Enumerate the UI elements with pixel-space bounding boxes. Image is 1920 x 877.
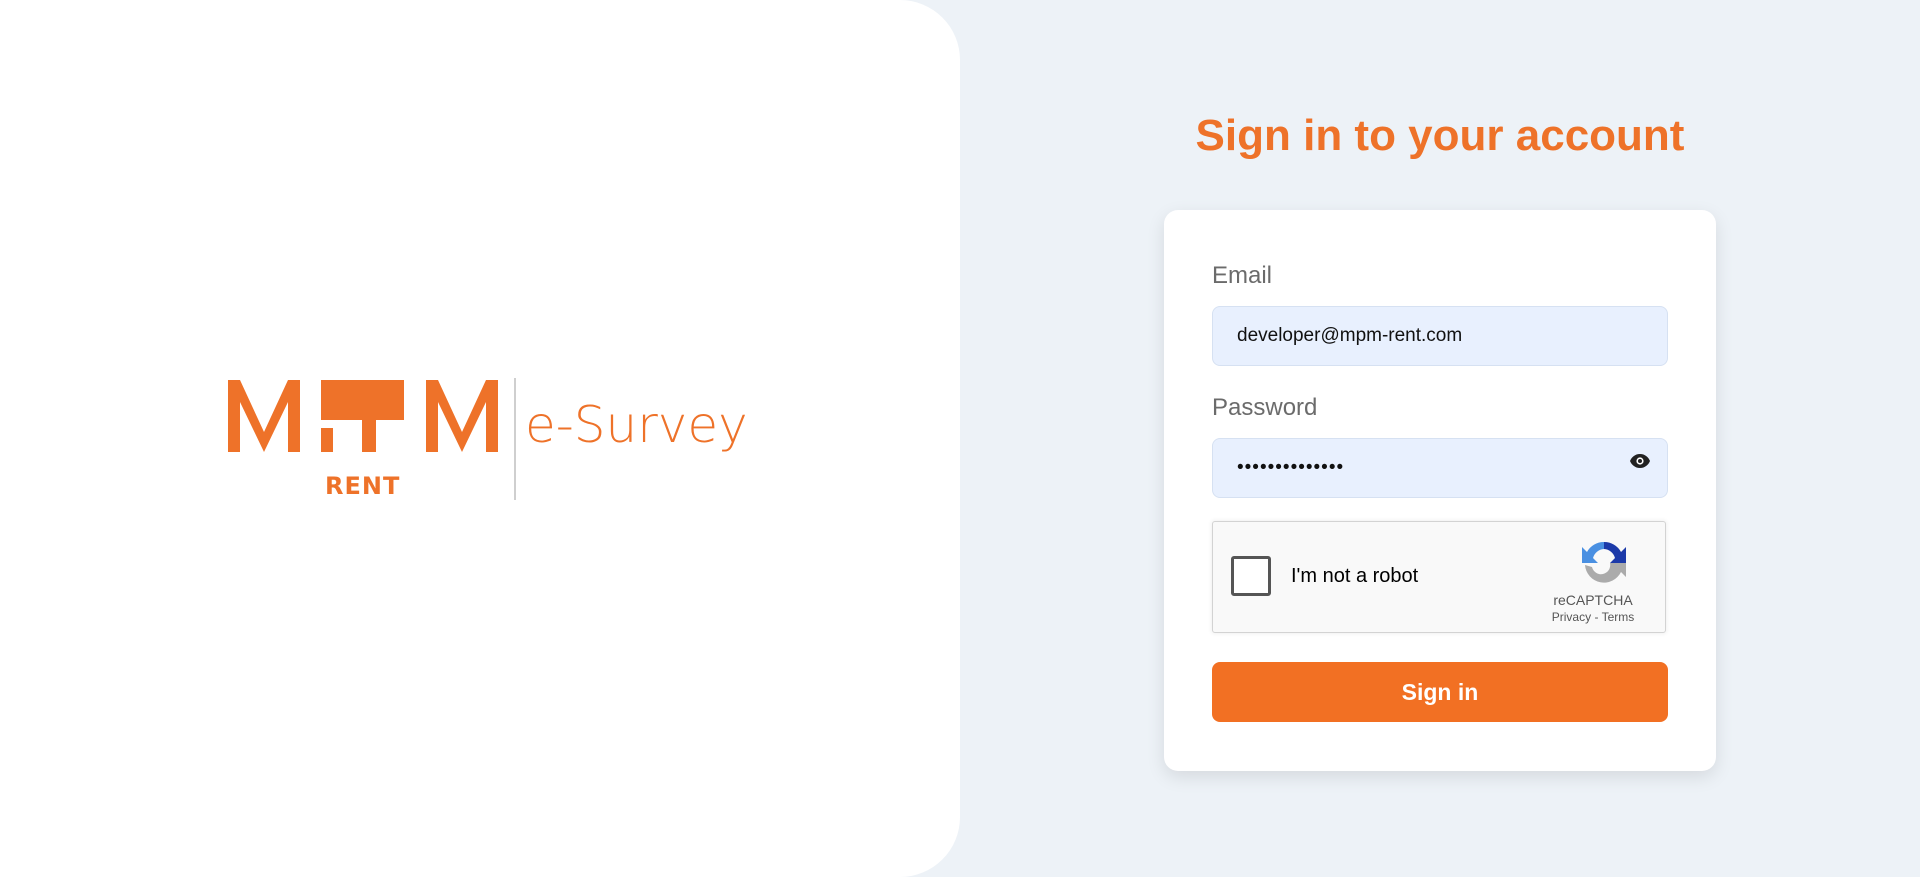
page-title: Sign in to your account [1195, 111, 1685, 160]
recaptcha-separator: - [1594, 610, 1599, 624]
eye-icon[interactable] [1626, 447, 1654, 475]
recaptcha-icon [1582, 541, 1626, 583]
email-label: Email [1212, 262, 1273, 289]
recaptcha-links: Privacy - Terms [1513, 610, 1673, 624]
recaptcha-brand: reCAPTCHA [1553, 592, 1633, 608]
recaptcha-widget: I'm not a robot reCAPTCHA Privacy - Term… [1212, 521, 1666, 633]
recaptcha-terms-link[interactable]: Terms [1602, 610, 1635, 624]
recaptcha-privacy-link[interactable]: Privacy [1552, 610, 1591, 624]
password-label: Password [1212, 394, 1318, 421]
logo: RENT e-Survey [228, 376, 748, 501]
mpm-logo-mark [228, 380, 498, 452]
logo-product-name: e-Survey [525, 396, 748, 454]
logo-divider [514, 378, 516, 500]
recaptcha-label: I'm not a robot [1291, 565, 1419, 587]
logo-rent-text: RENT [325, 472, 401, 500]
email-field[interactable] [1212, 306, 1668, 366]
brand-panel: RENT e-Survey [0, 0, 960, 877]
login-card: Email Password I'm not a robot reCAPTCHA… [1164, 210, 1716, 771]
recaptcha-checkbox[interactable] [1231, 556, 1271, 596]
sign-in-button[interactable]: Sign in [1212, 662, 1668, 722]
password-field[interactable] [1212, 438, 1668, 498]
